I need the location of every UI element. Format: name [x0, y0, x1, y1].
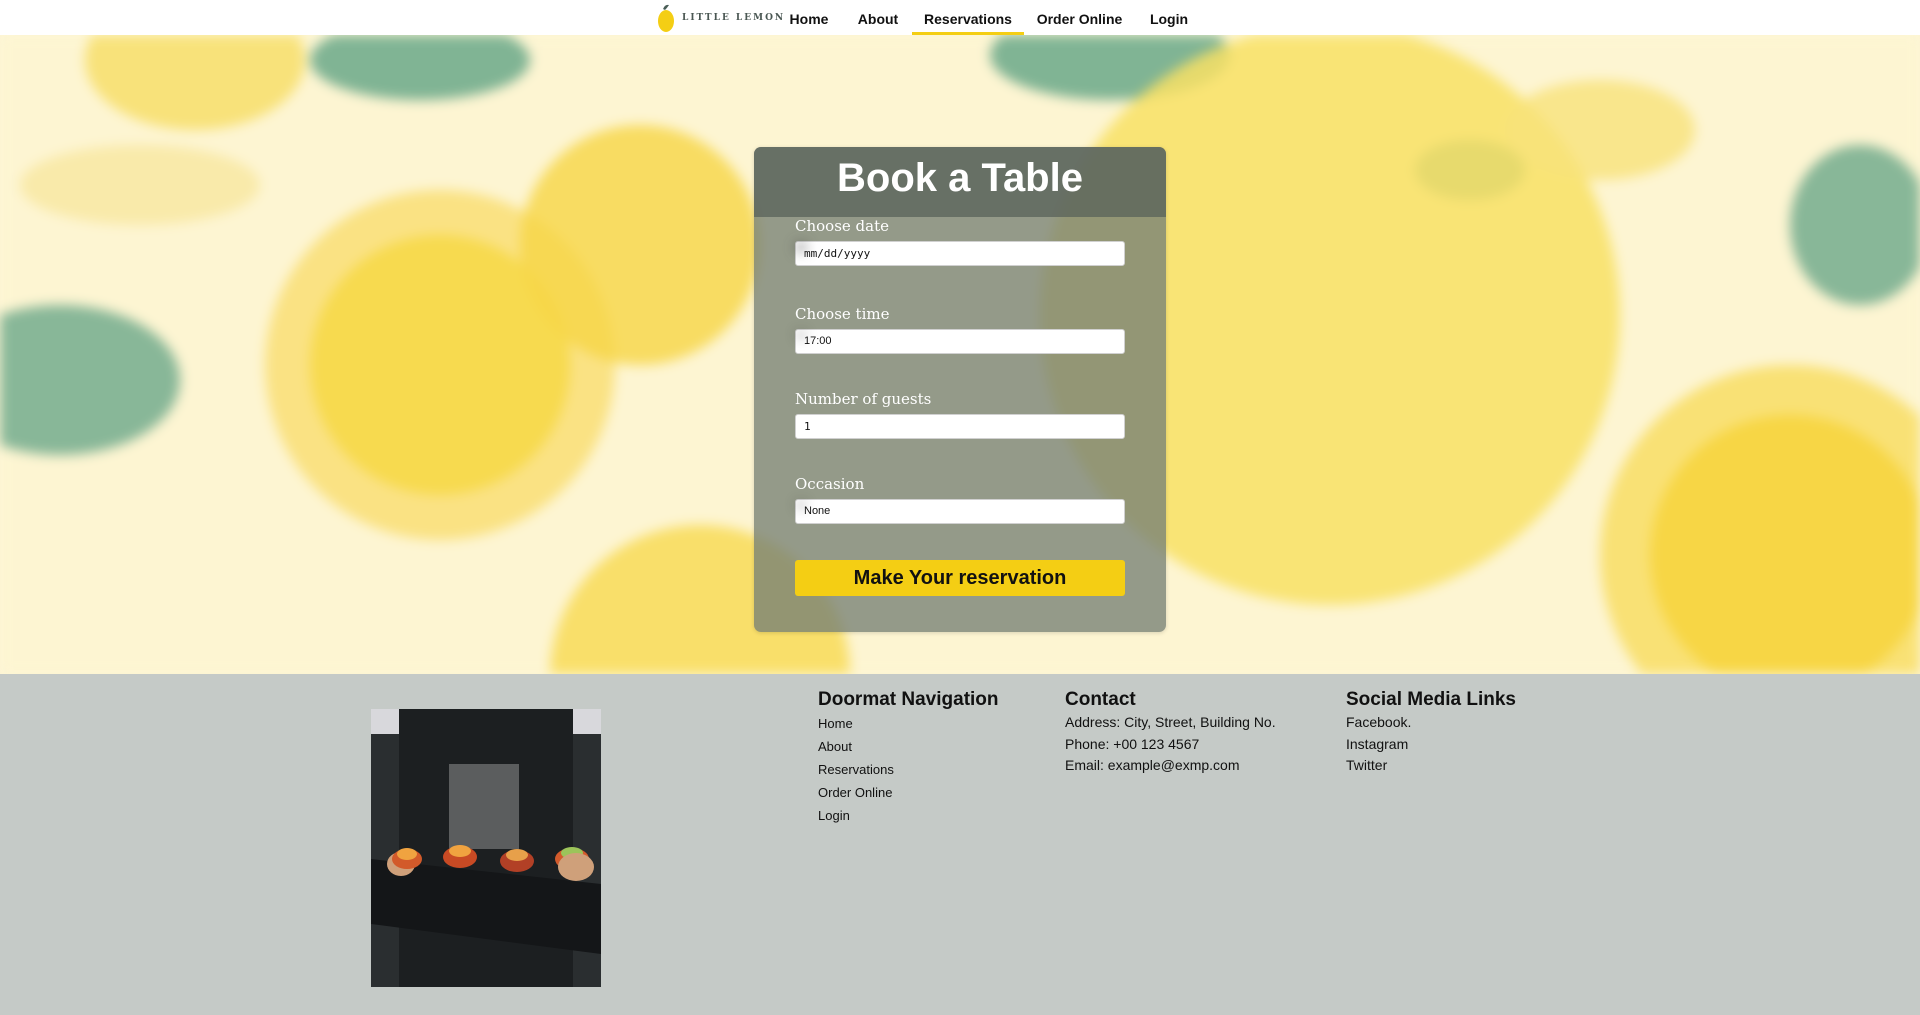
- lemon-logo-icon: [658, 4, 674, 32]
- contact-title: Contact: [1065, 689, 1136, 710]
- occasion-label: Occasion: [795, 475, 865, 493]
- chef-serving-plate-illustration: [371, 709, 601, 987]
- date-label: Choose date: [795, 217, 889, 235]
- doormat-navigation-title: Doormat Navigation: [818, 689, 999, 710]
- occasion-value: None: [804, 505, 831, 517]
- top-navigation: LITTLE LEMON Home About Reservations Ord…: [0, 0, 1920, 35]
- footer-link-login[interactable]: Login: [818, 808, 850, 823]
- guests-label: Number of guests: [795, 390, 932, 408]
- footer-link-reservations[interactable]: Reservations: [818, 762, 894, 777]
- booking-form: Book a Table Choose date mm/dd/yyyy Choo…: [754, 147, 1166, 632]
- form-title: Book a Table: [837, 156, 1083, 200]
- guests-input[interactable]: 1: [795, 414, 1125, 439]
- date-input[interactable]: mm/dd/yyyy: [795, 241, 1125, 266]
- guests-value: 1: [804, 420, 811, 433]
- social-media-title: Social Media Links: [1346, 689, 1516, 710]
- footer-link-about[interactable]: About: [818, 739, 852, 754]
- date-placeholder: mm/dd/yyyy: [804, 247, 871, 260]
- nav-reservations[interactable]: Reservations: [912, 0, 1024, 35]
- nav-order-online[interactable]: Order Online: [1032, 0, 1127, 35]
- social-link-twitter[interactable]: Twitter: [1346, 757, 1387, 773]
- calendar-icon[interactable]: [796, 242, 806, 252]
- make-reservation-button[interactable]: Make Your reservation: [795, 560, 1125, 596]
- social-link-facebook[interactable]: Facebook.: [1346, 714, 1411, 730]
- footer-link-home[interactable]: Home: [818, 716, 853, 731]
- chevron-down-icon: [796, 332, 806, 339]
- contact-email: Email: example@exmp.com: [1065, 757, 1240, 773]
- time-label: Choose time: [795, 305, 890, 323]
- time-value: 17:00: [804, 335, 832, 347]
- time-select[interactable]: 17:00: [795, 329, 1125, 354]
- contact-address: Address: City, Street, Building No.: [1065, 714, 1276, 730]
- footer-food-image: [371, 709, 601, 987]
- social-link-instagram[interactable]: Instagram: [1346, 736, 1408, 752]
- occasion-select[interactable]: None: [795, 499, 1125, 524]
- nav-about[interactable]: About: [850, 0, 906, 35]
- nav-home[interactable]: Home: [780, 0, 838, 35]
- logo-text: LITTLE LEMON: [682, 12, 786, 23]
- hero-section: Book a Table Choose date mm/dd/yyyy Choo…: [0, 35, 1920, 674]
- nav-login[interactable]: Login: [1140, 0, 1198, 35]
- chevron-down-icon: [796, 502, 806, 509]
- little-lemon-logo[interactable]: LITTLE LEMON: [656, 0, 785, 35]
- footer-link-order-online[interactable]: Order Online: [818, 785, 892, 800]
- form-header: Book a Table: [754, 147, 1166, 217]
- contact-phone: Phone: +00 123 4567: [1065, 736, 1200, 752]
